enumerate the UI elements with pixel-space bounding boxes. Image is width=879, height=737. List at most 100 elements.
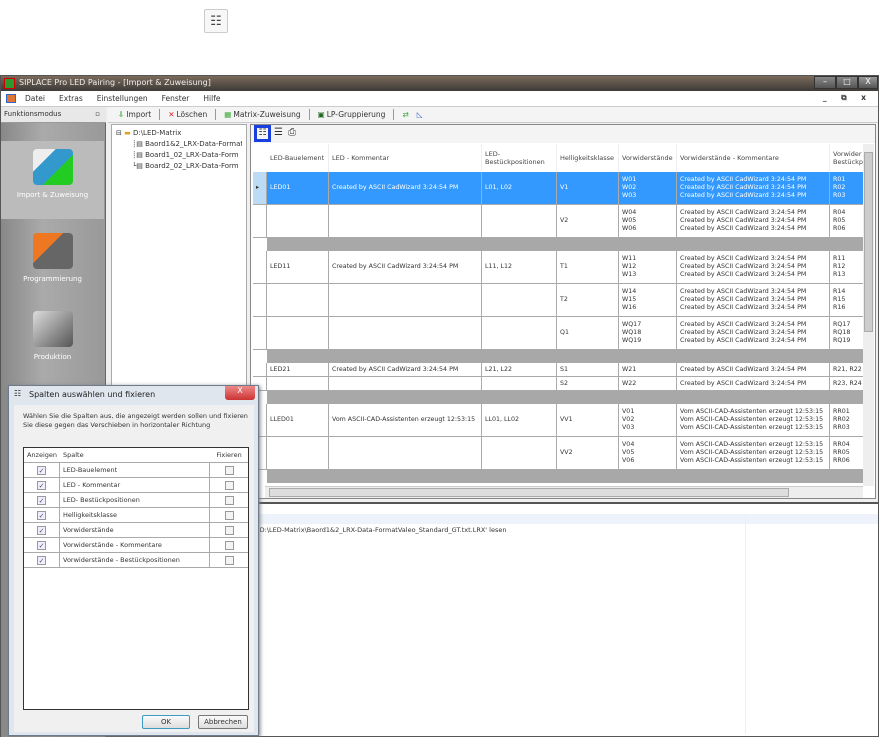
tree-item[interactable]: └▤ Board2_02_LRX-Data-Form: [116, 162, 242, 173]
led-positions-cell[interactable]: [482, 317, 557, 350]
menu-datei[interactable]: Datei: [25, 94, 45, 106]
fix-checkbox[interactable]: [224, 525, 234, 535]
resistor-comments-cell[interactable]: Created by ASCII CadWizard 3:24:54 PM: [677, 363, 830, 377]
led-positions-cell[interactable]: L21, L22: [482, 363, 557, 377]
resistor-comments-cell[interactable]: Created by ASCII CadWizard 3:24:54 PM Cr…: [677, 284, 830, 317]
fix-checkbox[interactable]: [224, 540, 234, 550]
resistor-positions-cell[interactable]: R21, R22: [830, 363, 863, 377]
resistor-comments-cell[interactable]: Vom ASCII-CAD-Assistenten erzeugt 12:53:…: [677, 404, 830, 437]
brightness-class-cell[interactable]: V1: [557, 172, 619, 205]
ok-button[interactable]: OK: [142, 715, 190, 729]
led-cell[interactable]: [267, 377, 329, 391]
tree-root[interactable]: ⊟ ▬ D:\LED-Matrix: [116, 129, 242, 140]
resistors-cell[interactable]: W14 W15 W16: [619, 284, 677, 317]
header-led-kommentar[interactable]: LED - Kommentar: [329, 144, 482, 172]
mode-programmierung[interactable]: Programmierung: [1, 225, 104, 297]
brightness-class-cell[interactable]: VV2: [557, 437, 619, 470]
led-comment-cell[interactable]: [329, 437, 482, 470]
brightness-class-cell[interactable]: T2: [557, 284, 619, 317]
resistors-cell[interactable]: V01 V02 V03: [619, 404, 677, 437]
close-button[interactable]: X: [858, 76, 878, 89]
resistor-positions-cell[interactable]: R04 R05 R06: [830, 205, 863, 238]
led-comment-cell[interactable]: [329, 205, 482, 238]
led-positions-cell[interactable]: LL01, LL02: [482, 404, 557, 437]
fix-checkbox[interactable]: [224, 480, 234, 490]
resistor-comments-cell[interactable]: Created by ASCII CadWizard 3:24:54 PM Cr…: [677, 317, 830, 350]
led-comment-cell[interactable]: [329, 317, 482, 350]
led-cell[interactable]: LED21: [267, 363, 329, 377]
led-positions-cell[interactable]: [482, 377, 557, 391]
header-helligkeitsklasse[interactable]: Helligkeitsklasse: [557, 144, 619, 172]
led-comment-cell[interactable]: Created by ASCII CadWizard 3:24:54 PM: [329, 251, 482, 284]
show-checkbox[interactable]: ✓: [37, 495, 46, 505]
show-checkbox[interactable]: ✓: [37, 540, 46, 550]
brightness-class-cell[interactable]: S1: [557, 363, 619, 377]
list-icon[interactable]: ☰: [274, 127, 283, 138]
resistor-comments-cell[interactable]: Created by ASCII CadWizard 3:24:54 PM: [677, 377, 830, 391]
resistors-cell[interactable]: W22: [619, 377, 677, 391]
resistor-comments-cell[interactable]: Created by ASCII CadWizard 3:24:54 PM Cr…: [677, 172, 830, 205]
pin-icon[interactable]: ▫: [95, 110, 100, 118]
mdi-controls[interactable]: _ ⧉ x: [823, 93, 872, 103]
led-positions-cell[interactable]: [482, 284, 557, 317]
app-menu-icon[interactable]: [6, 94, 16, 103]
scroll-thumb[interactable]: [864, 152, 873, 332]
fix-checkbox[interactable]: [224, 510, 234, 520]
resistor-positions-cell[interactable]: R01 R02 R03: [830, 172, 863, 205]
mode-import-zuweisung[interactable]: Import & Zuweisung: [1, 141, 104, 219]
menu-hilfe[interactable]: Hilfe: [203, 94, 220, 106]
delete-button[interactable]: ✕ Löschen: [168, 110, 207, 119]
import-button[interactable]: ⇩ Import: [118, 110, 151, 119]
scroll-thumb[interactable]: [269, 488, 789, 497]
show-checkbox[interactable]: ✓: [37, 480, 46, 490]
resistors-cell[interactable]: W04 W05 W06: [619, 205, 677, 238]
resistors-cell[interactable]: W21: [619, 363, 677, 377]
resistor-positions-cell[interactable]: R23, R24: [830, 377, 863, 391]
row-selector[interactable]: [253, 317, 267, 350]
led-comment-cell[interactable]: Vom ASCII-CAD-Assistenten erzeugt 12:53:…: [329, 404, 482, 437]
led-comment-cell[interactable]: Created by ASCII CadWizard 3:24:54 PM: [329, 363, 482, 377]
led-positions-cell[interactable]: [482, 437, 557, 470]
row-selector[interactable]: [253, 251, 267, 284]
pcb-grouping-button[interactable]: ▣ LP-Gruppierung: [318, 110, 386, 119]
brightness-class-cell[interactable]: Q1: [557, 317, 619, 350]
led-cell[interactable]: LLED01: [267, 404, 329, 437]
fix-checkbox[interactable]: [224, 465, 234, 475]
column-chooser-button[interactable]: ☷: [254, 125, 271, 142]
resistor-comments-cell[interactable]: Created by ASCII CadWizard 3:24:54 PM Cr…: [677, 205, 830, 238]
cancel-button[interactable]: Abbrechen: [198, 715, 248, 729]
minimize-button[interactable]: –: [814, 76, 836, 89]
horizontal-scrollbar[interactable]: [265, 486, 863, 498]
resistor-positions-cell[interactable]: RR04 RR05 RR06: [830, 437, 863, 470]
fix-checkbox[interactable]: [224, 495, 234, 505]
led-cell[interactable]: [267, 205, 329, 238]
menu-fenster[interactable]: Fenster: [162, 94, 190, 106]
brightness-class-cell[interactable]: S2: [557, 377, 619, 391]
vertical-scrollbar[interactable]: [863, 144, 874, 486]
resistors-cell[interactable]: W11 W12 W13: [619, 251, 677, 284]
tree-item[interactable]: ┊▤ Board1_02_LRX-Data-Form: [116, 151, 242, 162]
maximize-button[interactable]: □: [836, 76, 858, 89]
ruler-icon[interactable]: ◺: [417, 110, 423, 119]
resistors-cell[interactable]: V04 V05 V06: [619, 437, 677, 470]
resistor-positions-cell[interactable]: R14 R15 R16: [830, 284, 863, 317]
dialog-close-button[interactable]: X: [225, 386, 255, 400]
led-comment-cell[interactable]: Created by ASCII CadWizard 3:24:54 PM: [329, 172, 482, 205]
resistors-cell[interactable]: WQ17 WQ18 WQ19: [619, 317, 677, 350]
header-vorwiderstaende[interactable]: Vorwiderstände: [619, 144, 677, 172]
refresh-icon[interactable]: ⇄: [402, 110, 408, 119]
menu-einstellungen[interactable]: Einstellungen: [97, 94, 148, 106]
led-positions-cell[interactable]: L01, L02: [482, 172, 557, 205]
row-selector[interactable]: [253, 205, 267, 238]
brightness-class-cell[interactable]: V2: [557, 205, 619, 238]
led-comment-cell[interactable]: [329, 284, 482, 317]
header-vorwiderstaende-kommentare[interactable]: Vorwiderstände - Kommentare: [677, 144, 830, 172]
led-cell[interactable]: [267, 437, 329, 470]
header-vorwiderstaende-bestueck[interactable]: Vorwider Bestückp: [830, 144, 863, 172]
resistor-positions-cell[interactable]: RQ17 RQ18 RQ19: [830, 317, 863, 350]
resistors-cell[interactable]: W01 W02 W03: [619, 172, 677, 205]
resistor-positions-cell[interactable]: RR01 RR02 RR03: [830, 404, 863, 437]
brightness-class-cell[interactable]: VV1: [557, 404, 619, 437]
row-selector[interactable]: [253, 363, 267, 377]
show-checkbox[interactable]: ✓: [37, 555, 46, 565]
